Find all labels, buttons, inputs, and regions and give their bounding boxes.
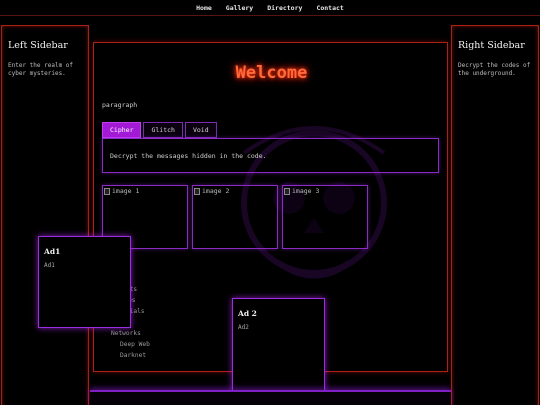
broken-image-icon xyxy=(284,188,290,195)
left-sidebar-title: Left Sidebar xyxy=(8,40,68,51)
ad-box-1[interactable]: Ad1 Ad1 xyxy=(38,236,131,328)
image-gallery: image 1 image 2 image 3 xyxy=(102,185,368,249)
gallery-image-alt: image 2 xyxy=(202,187,230,195)
broken-image-icon xyxy=(104,188,110,195)
welcome-heading: Welcome xyxy=(235,63,308,83)
tab-bar: Cipher Glitch Void xyxy=(102,122,217,138)
dir-networks[interactable]: Networks xyxy=(102,328,150,339)
tab-glitch[interactable]: Glitch xyxy=(143,122,183,138)
ad-text: Ad1 xyxy=(44,262,55,269)
gallery-image-3[interactable]: image 3 xyxy=(282,185,368,249)
right-sidebar: Right Sidebar Decrypt the codes of the u… xyxy=(451,25,539,405)
broken-image-icon xyxy=(194,188,200,195)
dir-item[interactable]: Deep Web xyxy=(102,339,150,350)
left-sidebar-text: Enter the realm of cyber mysteries. xyxy=(8,61,74,77)
right-sidebar-title: Right Sidebar xyxy=(458,40,525,51)
intro-paragraph: paragraph xyxy=(102,101,138,109)
tab-void[interactable]: Void xyxy=(184,122,217,138)
nav-home-link[interactable]: Home xyxy=(196,4,212,12)
left-sidebar: Left Sidebar Enter the realm of cyber my… xyxy=(1,25,89,405)
footer-bar xyxy=(90,390,451,405)
ad-box-2[interactable]: Ad 2 Ad2 xyxy=(232,298,325,393)
right-sidebar-text: Decrypt the codes of the underground. xyxy=(458,61,531,77)
tab-panel: Decrypt the messages hidden in the code. xyxy=(102,138,439,173)
ad-title: Ad 2 xyxy=(238,309,257,318)
top-nav: Home Gallery Directory Contact xyxy=(0,0,540,16)
gallery-image-alt: image 1 xyxy=(112,187,140,195)
gallery-image-alt: image 3 xyxy=(292,187,320,195)
dir-item[interactable]: Darknet xyxy=(102,350,150,361)
nav-gallery-link[interactable]: Gallery xyxy=(226,4,253,12)
tab-cipher[interactable]: Cipher xyxy=(102,122,142,138)
ad-title: Ad1 xyxy=(44,247,61,256)
gallery-image-2[interactable]: image 2 xyxy=(192,185,278,249)
ad-text: Ad2 xyxy=(238,324,249,331)
nav-contact-link[interactable]: Contact xyxy=(316,4,343,12)
nav-directory-link[interactable]: Directory xyxy=(267,4,302,12)
